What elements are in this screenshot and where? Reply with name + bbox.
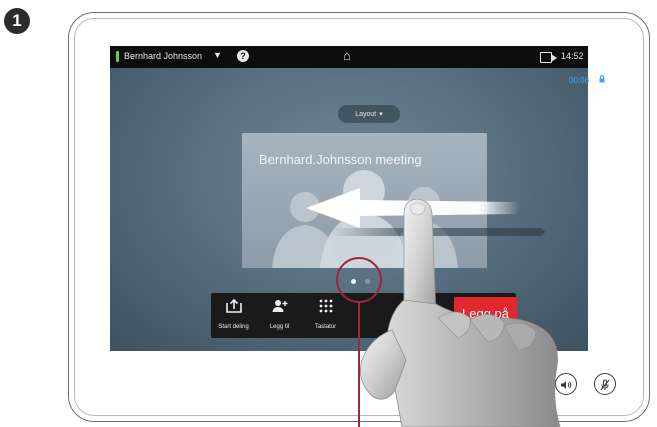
hang-up-button[interactable]: Legg på (454, 297, 517, 329)
keypad-icon (303, 299, 348, 316)
microphone-mute-icon[interactable] (594, 373, 616, 395)
keypad-label: Tastatur (314, 324, 337, 330)
add-user-icon (257, 299, 302, 316)
add-user-icon-shape (272, 300, 287, 312)
swipe-left-arrow-icon (306, 188, 545, 236)
callout-line (358, 303, 360, 427)
share-button[interactable]: Start deling (211, 293, 256, 338)
share-icon (211, 298, 256, 316)
keypad-icon-shape (319, 299, 332, 313)
add-label: Legg til (269, 324, 290, 330)
share-icon-shape (225, 298, 242, 313)
add-participant-button[interactable]: Legg til (257, 293, 302, 338)
microphone-mute-icon-shape (600, 379, 610, 391)
keypad-button[interactable]: Tastatur (303, 293, 348, 338)
volume-icon-shape (561, 381, 572, 389)
volume-icon[interactable] (555, 373, 577, 395)
pager-highlight-callout (336, 257, 382, 303)
share-label: Start deling (218, 324, 249, 330)
